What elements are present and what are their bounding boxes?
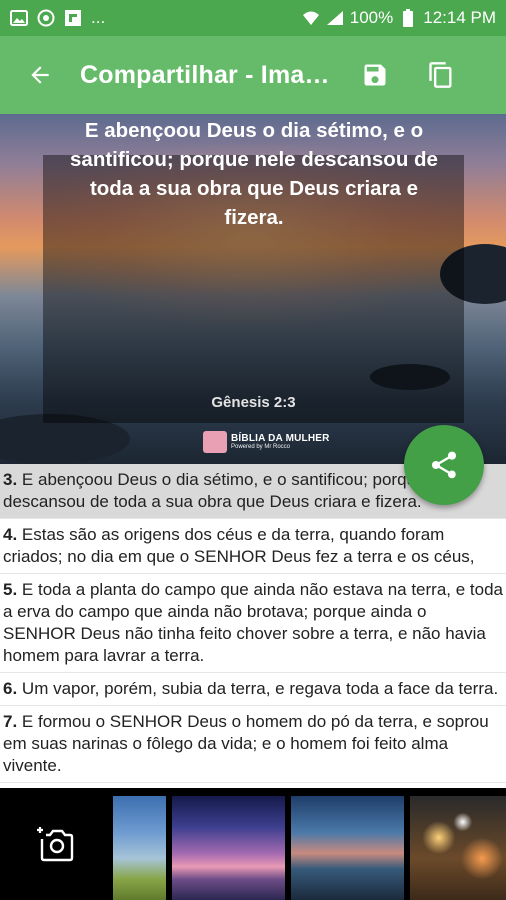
status-bar: ... 100% 12:14 PM <box>0 0 506 36</box>
app-logo: BÍBLIA DA MULHER Powered by Mr Rocco <box>203 431 330 453</box>
app-bar: Compartilhar - Imagem <box>0 36 506 114</box>
background-picker <box>0 788 506 900</box>
verse-text: Estas são as origens dos céus e da terra… <box>3 525 475 566</box>
add-photo-icon <box>37 827 74 862</box>
save-button[interactable] <box>342 36 408 114</box>
back-button[interactable] <box>0 36 80 114</box>
bible-logo-icon <box>203 431 227 453</box>
verse-text: Um vapor, porém, subia da terra, e regav… <box>21 679 499 698</box>
verse-text: E abençoou Deus o dia sétimo, e o santif… <box>3 470 463 511</box>
preview-verse-text: E abençoou Deus o dia sétimo, e o santif… <box>70 119 438 229</box>
verse-number: 7. <box>3 712 18 731</box>
verse-text: E toda a planta do campo que ainda não e… <box>3 580 503 665</box>
clock: 12:14 PM <box>423 8 496 27</box>
add-photo-button[interactable] <box>0 788 108 900</box>
app-notification-icon <box>64 10 82 26</box>
arrow-back-icon <box>31 66 49 84</box>
background-thumbnail[interactable] <box>291 796 404 900</box>
copy-icon <box>429 62 452 88</box>
battery-percent: 100% <box>349 8 394 27</box>
verse-text: E formou o SENHOR Deus o homem do pó da … <box>3 712 489 775</box>
verse-item[interactable]: 7. E formou o SENHOR Deus o homem do pó … <box>0 706 506 783</box>
sync-notification-icon <box>37 9 55 27</box>
verse-number: 4. <box>3 525 18 544</box>
verse-item[interactable]: 6. Um vapor, porém, subia da terra, e re… <box>0 673 506 706</box>
share-icon <box>432 451 456 479</box>
battery-icon <box>399 9 417 27</box>
page-title: Compartilhar - Imagem <box>80 60 342 89</box>
verse-list: 3. E abençoou Deus o dia sétimo, e o san… <box>0 464 506 788</box>
verse-number: 5. <box>3 580 18 599</box>
copy-button[interactable] <box>408 36 474 114</box>
background-thumbnail[interactable] <box>113 796 166 900</box>
wifi-icon <box>302 10 320 26</box>
verse-number: 6. <box>3 679 18 698</box>
preview-verse-reference: Gênesis 2:3 <box>211 394 296 411</box>
background-thumbnail[interactable] <box>172 796 285 900</box>
logo-subtitle: Powered by Mr Rocco <box>231 444 291 450</box>
verse-number: 3. <box>3 470 18 489</box>
share-button[interactable] <box>404 425 484 505</box>
verse-item[interactable]: 5. E toda a planta do campo que ainda nã… <box>0 574 506 673</box>
image-notification-icon <box>10 10 28 26</box>
save-icon <box>364 64 386 86</box>
logo-title: BÍBLIA DA MULHER <box>231 433 330 444</box>
more-notifications-indicator: ... <box>91 8 106 27</box>
signal-icon <box>326 10 344 26</box>
verse-item[interactable]: 4. Estas são as origens dos céus e da te… <box>0 519 506 574</box>
background-thumbnail[interactable] <box>410 796 506 900</box>
